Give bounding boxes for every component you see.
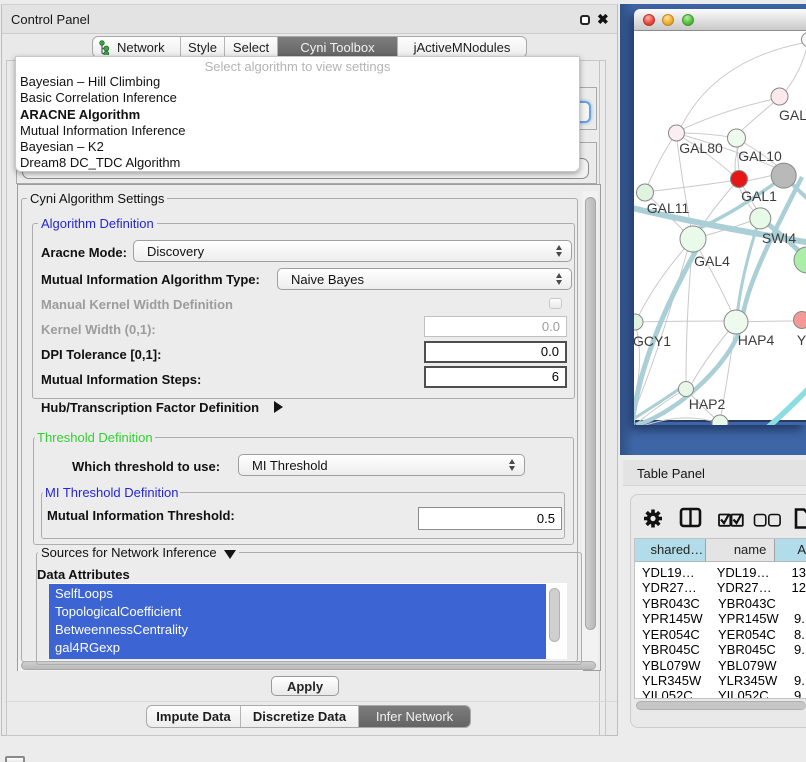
svg-text:HAP2: HAP2 — [689, 396, 726, 412]
svg-text:GAL1: GAL1 — [741, 188, 777, 204]
svg-text:GAL10: GAL10 — [738, 148, 782, 164]
svg-text:YJ: YJ — [797, 332, 806, 348]
svg-text:GAL11: GAL11 — [647, 200, 690, 216]
svg-text:GAL2: GAL2 — [779, 107, 806, 123]
svg-text:SWI4: SWI4 — [762, 230, 796, 246]
svg-text:HAP4: HAP4 — [738, 332, 775, 348]
svg-text:GAL4: GAL4 — [694, 253, 730, 269]
svg-text:GAL80: GAL80 — [679, 140, 723, 156]
svg-text:GCY1: GCY1 — [634, 333, 671, 349]
